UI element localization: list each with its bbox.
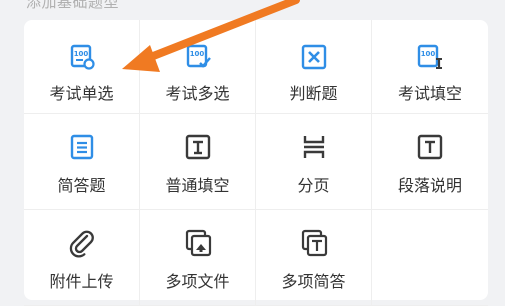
tile-label: 考试填空 <box>397 84 462 103</box>
short-answer-icon <box>67 132 97 162</box>
tile-exam-fill-blank[interactable]: 100 考试填空 <box>372 20 488 114</box>
exam-fill-blank-icon: 100 <box>415 42 445 72</box>
exam-multi-choice-icon: 100 <box>183 42 213 72</box>
multi-short-answer-icon <box>299 228 329 258</box>
paragraph-note-icon <box>415 132 445 162</box>
tile-label: 附件上传 <box>49 272 114 291</box>
question-type-grid: 100 考试单选 100 考试多选 判断题 100 考试填空 简答题 普通填空 … <box>24 20 488 306</box>
svg-text:100: 100 <box>421 50 436 58</box>
tile-label: 判断题 <box>289 84 338 103</box>
tile-multi-short-answer[interactable]: 多项简答 <box>256 210 372 306</box>
tile-page-break[interactable]: 分页 <box>256 114 372 210</box>
page-break-icon <box>299 132 329 162</box>
tile-short-answer[interactable]: 简答题 <box>24 114 140 210</box>
tile-exam-multi-choice[interactable]: 100 考试多选 <box>140 20 256 114</box>
tile-label: 多项简答 <box>281 272 346 291</box>
true-false-icon <box>299 42 329 72</box>
tile-exam-single-choice[interactable]: 100 考试单选 <box>24 20 140 114</box>
tile-fill-blank[interactable]: 普通填空 <box>140 114 256 210</box>
tile-label: 段落说明 <box>397 176 462 195</box>
tile-multi-file[interactable]: 多项文件 <box>140 210 256 306</box>
tile-label: 简答题 <box>57 176 106 195</box>
section-title: 添加基础题型 <box>26 0 120 11</box>
tile-empty <box>372 210 488 306</box>
multi-file-icon <box>183 228 213 258</box>
attachment-upload-icon <box>67 228 97 258</box>
svg-text:100: 100 <box>73 50 88 58</box>
exam-single-choice-icon: 100 <box>67 42 97 72</box>
tile-attachment-upload[interactable]: 附件上传 <box>24 210 140 306</box>
tile-true-false[interactable]: 判断题 <box>256 20 372 114</box>
svg-text:100: 100 <box>189 50 204 58</box>
tile-paragraph-note[interactable]: 段落说明 <box>372 114 488 210</box>
fill-blank-icon <box>183 132 213 162</box>
tile-label: 多项文件 <box>165 272 230 291</box>
tile-label: 考试单选 <box>49 84 114 103</box>
tile-label: 考试多选 <box>165 84 230 103</box>
tile-label: 分页 <box>297 176 330 195</box>
tile-label: 普通填空 <box>165 176 230 195</box>
